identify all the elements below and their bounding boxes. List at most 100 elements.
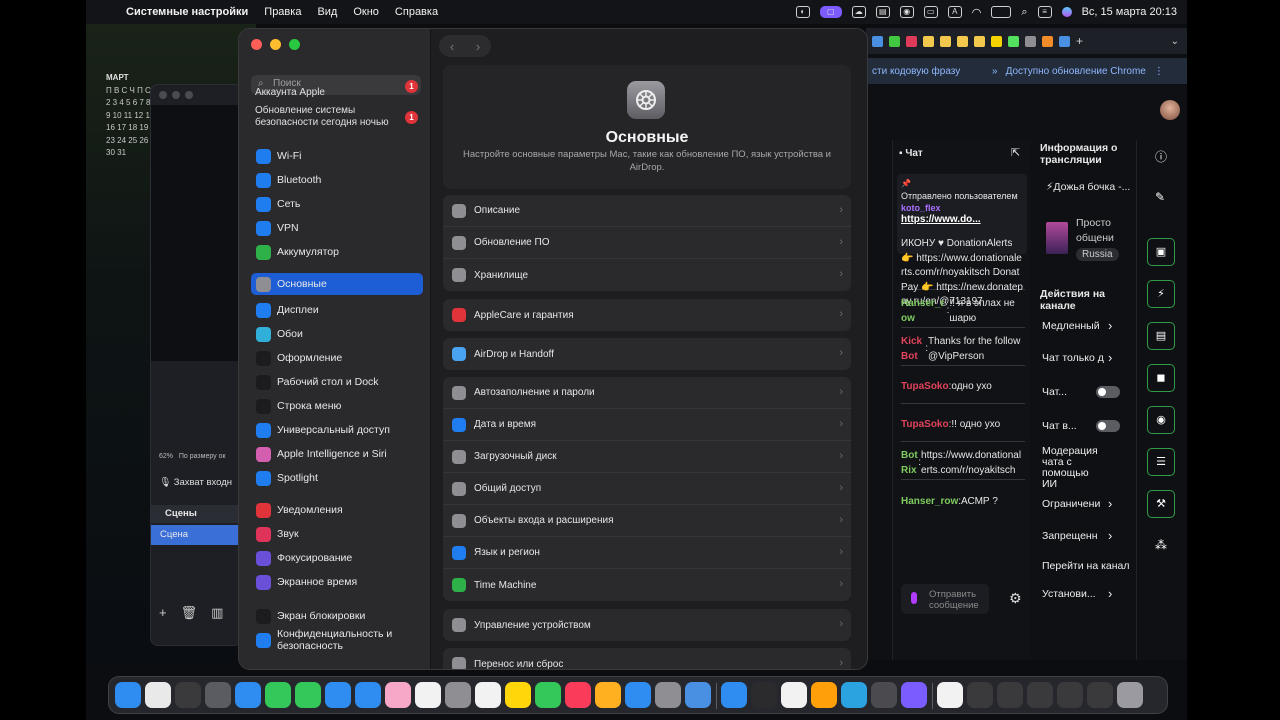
window-icon[interactable]: ▭ (923, 6, 938, 18)
window-thumbnail-icon[interactable] (967, 682, 993, 708)
settings-row[interactable]: Управление устройством › (443, 609, 851, 641)
menu-help[interactable]: Справка (395, 6, 438, 18)
reminders-icon[interactable] (475, 682, 501, 708)
notes-icon[interactable]: ▤ (1147, 322, 1175, 350)
settings-row[interactable]: AppleCare и гарантия › (443, 299, 851, 331)
action-banned[interactable]: Запрещенн › (1042, 528, 1112, 543)
sidebar-item[interactable]: Рабочий стол и Dock (251, 371, 423, 393)
more-icon[interactable]: ⋮ (1154, 66, 1164, 77)
clipboard-icon[interactable] (937, 682, 963, 708)
window-thumbnail-icon[interactable] (1027, 682, 1053, 708)
window-thumbnail-icon[interactable] (997, 682, 1023, 708)
filter-icon[interactable]: ▥ (211, 605, 223, 621)
tab-icon[interactable] (872, 35, 883, 47)
back-chevron-icon[interactable]: ‹ (450, 39, 454, 54)
tab-icon[interactable] (940, 35, 951, 47)
sidebar-item[interactable]: VPN (251, 217, 423, 239)
messages-icon[interactable] (265, 682, 291, 708)
sidebar-item[interactable]: Bluetooth (251, 169, 423, 191)
window-thumbnail-icon[interactable] (1087, 682, 1113, 708)
sidebar-item[interactable]: Звук (251, 523, 423, 545)
security-update-notice[interactable]: Обновление системы безопасности сегодня … (255, 105, 405, 129)
calendar-icon[interactable] (415, 682, 441, 708)
settings-row[interactable]: Автозаполнение и пароли › (443, 377, 851, 409)
sidebar-item[interactable]: Обои (251, 323, 423, 345)
lightning-icon[interactable]: ⚡ (1147, 280, 1175, 308)
telegram-icon[interactable] (841, 682, 867, 708)
sidebar-item[interactable]: Универсальный доступ (251, 419, 423, 441)
obs-icon[interactable] (871, 682, 897, 708)
settings-row[interactable]: Общий доступ › (443, 473, 851, 505)
settings-row[interactable]: Обновление ПО › (443, 227, 851, 259)
chat-settings-gear-icon[interactable]: ⚙ (1009, 590, 1022, 607)
settings-row[interactable]: Загрузочный диск › (443, 441, 851, 473)
wifi-status-icon[interactable]: ◠ (972, 6, 982, 19)
minimize-button[interactable] (270, 39, 281, 50)
menu-view[interactable]: Вид (317, 6, 337, 18)
sidebar-item[interactable]: Конфиденциальность и безопасность (251, 627, 423, 653)
photos-icon[interactable] (355, 682, 381, 708)
settings-row[interactable]: Перенос или сброс › (443, 648, 851, 669)
tab-icon[interactable] (974, 35, 985, 47)
spotlight-search-icon[interactable]: ⌕ (1021, 6, 1027, 19)
sidebar-item[interactable]: Экран блокировки (251, 605, 423, 627)
preview-icon[interactable] (685, 682, 711, 708)
sidebar-item[interactable]: Wi-Fi (251, 145, 423, 167)
chrome-icon[interactable] (145, 682, 171, 708)
tab-icon[interactable] (889, 35, 900, 47)
chat-username[interactable]: KickBot (901, 335, 925, 364)
safari-icon[interactable] (235, 682, 261, 708)
notes-app-icon[interactable] (781, 682, 807, 708)
finder-app-icon[interactable] (721, 682, 747, 708)
menu-clock[interactable]: Вс, 15 марта 20:13 (1082, 6, 1177, 18)
menu-edit[interactable]: Правка (264, 6, 301, 18)
status-app-icon-2[interactable]: ☁ (851, 6, 866, 18)
menu-window[interactable]: Окно (353, 6, 379, 18)
sidebar-item[interactable]: Оформление (251, 347, 423, 369)
chat-username[interactable]: Hanser_row (901, 297, 947, 326)
pinned-link[interactable]: https://www.do... (901, 214, 1023, 226)
obs-scale[interactable]: 62% По размеру ок (159, 453, 226, 460)
screen-record-icon[interactable]: ▢ (819, 6, 842, 18)
obs-scene-item[interactable]: Сцена (151, 525, 243, 545)
settings-row[interactable]: Time Machine › (443, 569, 851, 601)
add-scene-icon[interactable]: + (159, 605, 167, 621)
app-store-icon[interactable] (625, 682, 651, 708)
tab-icon[interactable] (1059, 35, 1070, 47)
layout-icon[interactable]: ☰ (1147, 448, 1175, 476)
window-thumbnail-icon[interactable] (1057, 682, 1083, 708)
clip-icon[interactable]: ▣ (1147, 238, 1175, 266)
hyper-icon[interactable] (751, 682, 777, 708)
sidebar-item[interactable]: Дисплеи (251, 299, 423, 321)
launchpad-icon[interactable] (205, 682, 231, 708)
action-slow-mode[interactable]: Медленный › (1042, 318, 1112, 333)
settings-row[interactable]: Язык и регион › (443, 537, 851, 569)
freeform-icon[interactable] (535, 682, 561, 708)
stream-tag[interactable]: Russia (1076, 248, 1119, 261)
sidebar-item[interactable]: Уведомления (251, 499, 423, 521)
stickies-icon[interactable] (811, 682, 837, 708)
chat-username[interactable]: TupaSoko (901, 418, 949, 433)
photos-icon[interactable] (385, 682, 411, 708)
status-app-icon[interactable]: ◐ (795, 6, 810, 18)
toggle-switch[interactable] (1096, 386, 1120, 398)
input-source-icon[interactable]: A (947, 6, 962, 18)
facetime-icon[interactable] (295, 682, 321, 708)
apple-account-notice[interactable]: Аккаунта Apple (255, 87, 405, 99)
sidebar-item[interactable]: Apple Intelligence и Siri (251, 443, 423, 465)
popout-icon[interactable]: ⇱ (1011, 146, 1020, 159)
trash-icon[interactable] (1117, 682, 1143, 708)
contacts-icon[interactable] (445, 682, 471, 708)
settings-row[interactable]: AirDrop и Handoff › (443, 338, 851, 370)
vpn-icon[interactable] (901, 682, 927, 708)
people-icon[interactable]: ⁂ (1155, 538, 1167, 552)
sidebar-item[interactable]: Сеть (251, 193, 423, 215)
sidebar-item[interactable]: Аккумулятор (251, 241, 423, 263)
mic-icon[interactable] (911, 592, 917, 604)
chat-input[interactable]: Отправить сообщение (901, 584, 989, 614)
zoom-button[interactable] (289, 39, 300, 50)
action-restrictions[interactable]: Ограничени › (1042, 496, 1112, 511)
pinned-user[interactable]: koto_flex (901, 202, 1023, 214)
wrench-icon[interactable]: ⚒ (1147, 490, 1175, 518)
tab-icon[interactable] (1042, 35, 1053, 47)
